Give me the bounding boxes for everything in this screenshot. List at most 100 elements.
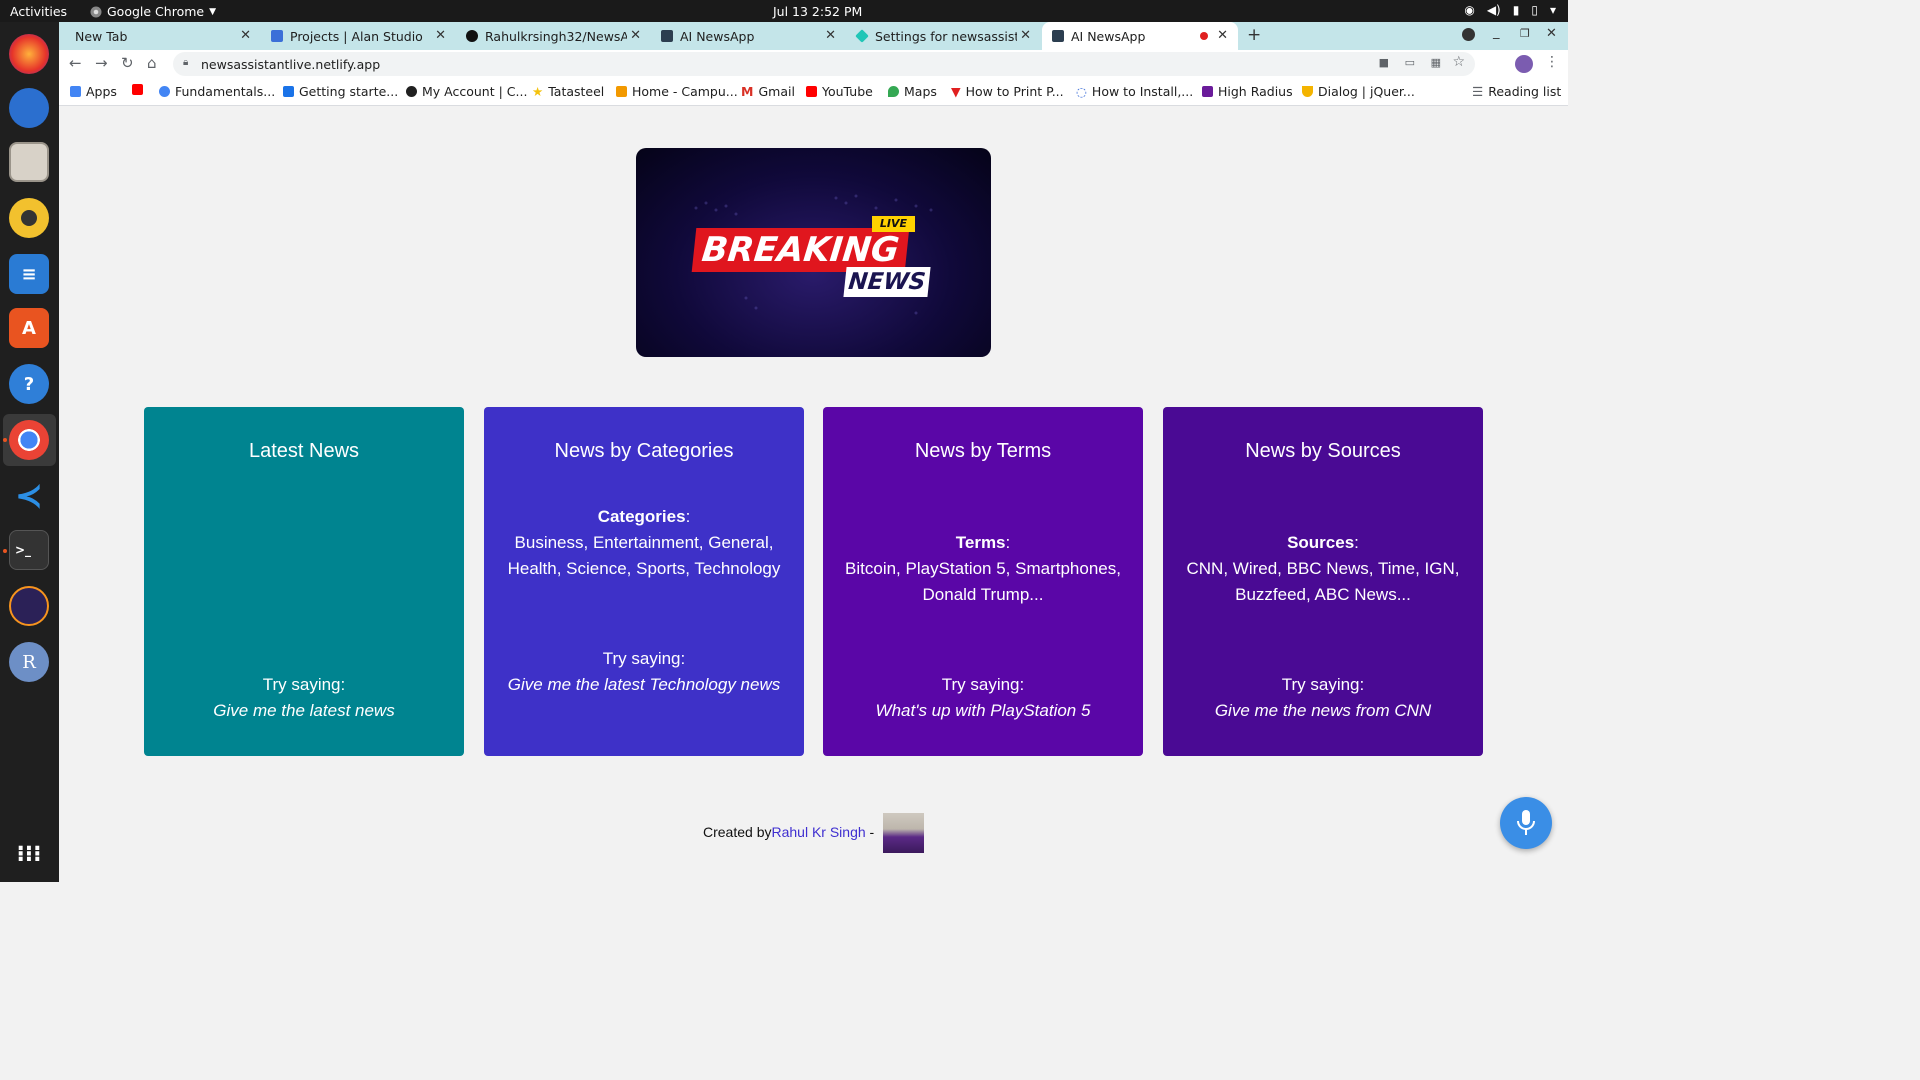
card-title: News by Terms — [914, 440, 1052, 462]
firefox-icon[interactable] — [9, 34, 49, 74]
gmail-icon: M — [741, 84, 754, 99]
address-bar[interactable]: 🔒︎ newsassistantlive.netlify.app ■ ▭ ▦ ☆ — [173, 52, 1475, 76]
alan-voice-button[interactable] — [1500, 797, 1552, 849]
card-info: Categories: Business, Entertainment, Gen… — [504, 504, 784, 582]
qr-code-icon[interactable]: ▦ — [1431, 56, 1441, 69]
minimize-window-icon[interactable]: _ — [1493, 25, 1500, 40]
menu-kebab-icon[interactable]: ⋮ — [1545, 54, 1559, 70]
close-tab-icon[interactable]: ✕ — [435, 28, 446, 43]
card-title: News by Categories — [554, 440, 734, 462]
campus-icon — [616, 86, 627, 97]
bookmark-high-radius[interactable]: High Radius — [1202, 84, 1293, 99]
app-menu[interactable]: Google Chrome ▼ — [90, 4, 216, 19]
show-apps-icon[interactable]: ⁝⁝⁝ — [9, 834, 49, 874]
bookmark-label: My Account | C... — [422, 84, 528, 99]
tab-alan-studio[interactable]: Projects | Alan Studio ✕ — [261, 22, 456, 50]
software-center-icon[interactable]: A — [9, 308, 49, 348]
author-link[interactable]: Rahul Kr Singh — [771, 824, 865, 840]
maps-pin-icon — [888, 86, 899, 97]
tab-ai-newsapp[interactable]: AI NewsApp ✕ — [651, 22, 846, 50]
restore-window-icon[interactable]: ❐ — [1520, 27, 1530, 40]
bookmark-youtube-unlabeled[interactable] — [132, 84, 143, 95]
bookmark-fundamentals[interactable]: Fundamentals... — [159, 84, 275, 99]
close-tab-icon[interactable]: ✕ — [1217, 28, 1228, 43]
card-news-by-categories[interactable]: News by Categories Categories: Business,… — [484, 407, 804, 756]
app-name: Google Chrome — [107, 4, 205, 19]
close-tab-icon[interactable]: ✕ — [240, 28, 251, 43]
microphone-icon — [1517, 810, 1535, 835]
tab-netlify-settings[interactable]: Settings for newsassistant ✕ — [846, 22, 1041, 50]
browser-toolbar: ← → ↻ ⌂ 🔒︎ newsassistantlive.netlify.app… — [59, 50, 1568, 78]
url-text: newsassistantlive.netlify.app — [201, 56, 381, 72]
bookmark-how-to-print[interactable]: ▼ How to Print P... — [951, 84, 1064, 99]
bookmark-maps[interactable]: Maps — [888, 84, 937, 99]
live-badge: LIVE — [872, 216, 915, 232]
eclipse-icon[interactable] — [9, 586, 49, 626]
files-icon[interactable] — [9, 142, 49, 182]
breaking-label: BREAKING — [691, 228, 910, 272]
card-news-by-terms[interactable]: News by Terms Terms: Bitcoin, PlayStatio… — [823, 407, 1143, 756]
bookmark-apps[interactable]: Apps — [70, 84, 117, 99]
reload-icon[interactable]: ↻ — [121, 54, 134, 72]
reading-list-label: Reading list — [1488, 84, 1562, 99]
info-text: CNN, Wired, BBC News, Time, IGN, Buzzfee… — [1186, 559, 1460, 604]
forward-arrow-icon[interactable]: → — [95, 54, 108, 72]
try-label: Try saying: — [262, 675, 346, 694]
bookmark-getting-started[interactable]: Getting starte... — [283, 84, 398, 99]
back-arrow-icon[interactable]: ← — [69, 54, 82, 72]
close-tab-icon[interactable]: ✕ — [630, 28, 641, 43]
reading-list-icon: ☰ — [1472, 84, 1484, 99]
bookmark-my-account[interactable]: My Account | C... — [406, 84, 527, 99]
card-latest-news[interactable]: Latest News Try saying: Give me the late… — [144, 407, 464, 756]
home-icon[interactable]: ⌂ — [147, 54, 157, 72]
close-tab-icon[interactable]: ✕ — [1020, 28, 1031, 43]
profile-avatar-icon[interactable] — [1515, 55, 1533, 73]
tab-new-tab[interactable]: New Tab ✕ — [65, 22, 261, 50]
bookmark-dialog-jquery[interactable]: Dialog | jQuer... — [1302, 84, 1415, 99]
try-label: Try saying: — [1281, 675, 1365, 694]
camera-in-use-icon[interactable]: ■ — [1379, 56, 1389, 69]
tab-ai-newsapp-active[interactable]: AI NewsApp ✕ — [1042, 22, 1238, 50]
cast-icon[interactable]: ▭ — [1405, 56, 1415, 69]
footer-prefix: Created by — [703, 824, 772, 840]
reading-list-button[interactable]: ☰ Reading list — [1472, 84, 1561, 99]
tab-label: Projects | Alan Studio — [290, 28, 423, 44]
card-try-saying: Try saying: Give me the latest news — [164, 672, 444, 724]
bookmark-star-icon[interactable]: ☆ — [1452, 54, 1465, 70]
tab-github[interactable]: Rahulkrsingh32/NewsApp ✕ — [456, 22, 651, 50]
rhythmbox-icon[interactable] — [9, 198, 49, 238]
bookmark-youtube[interactable]: YouTube — [806, 84, 873, 99]
thunderbird-icon[interactable] — [9, 88, 49, 128]
card-title: News by Sources — [1245, 440, 1401, 462]
r-studio-icon[interactable]: R — [9, 642, 49, 682]
ubuntu-dock: ≡ A ? ≺ >_ R ⁝⁝⁝ — [0, 22, 59, 882]
try-example: Give me the news from CNN — [1214, 701, 1432, 720]
writer-icon[interactable]: ≡ — [9, 254, 49, 294]
tab-label: AI NewsApp — [1071, 28, 1146, 44]
jquery-icon — [1302, 86, 1313, 97]
help-icon[interactable]: ? — [9, 364, 49, 404]
terminal-icon[interactable]: >_ — [9, 530, 49, 570]
new-tab-plus-icon[interactable]: + — [1247, 25, 1261, 45]
bookmark-gmail[interactable]: M Gmail — [741, 84, 795, 99]
tab-search-icon[interactable] — [1462, 28, 1475, 41]
close-window-icon[interactable]: ✕ — [1546, 26, 1557, 41]
bookmark-home-campus[interactable]: Home - Campu... — [616, 84, 738, 99]
clock[interactable]: Jul 13 2:52 PM — [773, 4, 862, 19]
close-tab-icon[interactable]: ✕ — [825, 28, 836, 43]
try-example: What's up with PlayStation 5 — [875, 701, 1091, 720]
vscode-icon[interactable]: ≺ — [9, 476, 49, 516]
chrome-dock-icon[interactable] — [9, 420, 49, 460]
card-news-by-sources[interactable]: News by Sources Sources: CNN, Wired, BBC… — [1163, 407, 1483, 756]
microphone-icon: ▮ — [1512, 3, 1520, 17]
card-try-saying: Try saying: Give me the news from CNN — [1183, 672, 1463, 724]
tab-label: AI NewsApp — [680, 28, 755, 44]
bookmark-how-to-install[interactable]: ◌ How to Install,... — [1076, 84, 1193, 99]
highradius-icon — [1202, 86, 1213, 97]
system-tray[interactable]: ◉ ◀) ▮ ▯ ▾ — [1464, 3, 1556, 17]
bookmark-label: YouTube — [822, 84, 873, 99]
breaking-news-banner: BREAKING LIVE NEWS — [636, 148, 991, 357]
bookmark-tatasteel[interactable]: ★ Tatasteel — [532, 84, 604, 99]
activities-button[interactable]: Activities — [10, 4, 67, 19]
running-indicator — [3, 438, 7, 442]
